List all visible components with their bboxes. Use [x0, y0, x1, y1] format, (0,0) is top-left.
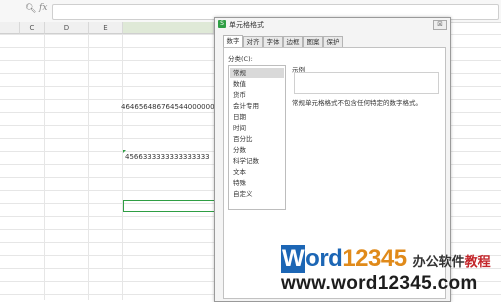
watermark-tagline-part2: 教程	[464, 255, 491, 270]
category-item-time[interactable]: 时间	[233, 123, 246, 133]
selected-cell[interactable]	[123, 200, 222, 212]
category-item-special[interactable]: 特殊	[233, 178, 246, 188]
category-item-fraction[interactable]: 分数	[233, 145, 246, 155]
category-item-percentage[interactable]: 百分比	[233, 134, 253, 144]
category-list[interactable]: 常规 数值 货币 会计专用 日期 时间 百分比 分数 科学记数 文本 特殊 自定…	[228, 65, 286, 210]
cell-long-number-1[interactable]: 46465648676454400000000	[121, 103, 223, 111]
sample-box	[294, 72, 439, 94]
watermark-logo: Word12345 办公软件教程	[281, 245, 491, 273]
fx-label[interactable]: fx	[39, 3, 47, 13]
tab-alignment[interactable]: 对齐	[243, 36, 263, 47]
watermark-logo-word: ord	[305, 245, 343, 272]
grid-line	[88, 34, 89, 300]
column-header-f[interactable]	[123, 22, 214, 34]
column-header-e[interactable]: E	[89, 22, 123, 34]
format-description: 常规单元格格式不包含任何特定的数字格式。	[292, 99, 422, 107]
watermark-logo-number: 12345	[342, 245, 407, 272]
close-icon[interactable]: ☒	[433, 20, 447, 30]
category-item-general[interactable]: 常规	[230, 68, 284, 78]
column-header-d[interactable]: D	[45, 22, 89, 34]
category-item-text[interactable]: 文本	[233, 167, 246, 177]
category-item-date[interactable]: 日期	[233, 112, 246, 122]
watermark-logo-letter: W	[281, 245, 306, 273]
dialog-title-bar[interactable]: S 单元格格式 ☒	[215, 18, 450, 31]
category-label: 分类(C):	[228, 55, 253, 63]
category-item-number[interactable]: 数值	[233, 79, 246, 89]
watermark-tagline-part1: 办公软件	[412, 255, 465, 270]
grid-line	[44, 34, 45, 300]
tab-font[interactable]: 字体	[263, 36, 283, 47]
tab-border[interactable]: 边框	[283, 36, 303, 47]
app-icon: S	[218, 20, 226, 28]
dialog-title: 单元格格式	[229, 21, 264, 29]
tab-number[interactable]: 数字	[223, 35, 243, 47]
category-item-accounting[interactable]: 会计专用	[233, 101, 259, 111]
tab-pattern[interactable]: 图案	[303, 36, 323, 47]
grid-line	[122, 34, 123, 300]
category-item-currency[interactable]: 货币	[233, 90, 246, 100]
category-item-custom[interactable]: 自定义	[233, 189, 253, 199]
watermark-brand: Word12345	[281, 245, 407, 273]
watermark-tagline: 办公软件教程	[413, 255, 491, 270]
tab-protection[interactable]: 保护	[323, 36, 343, 47]
watermark-url: www.word12345.com	[281, 273, 478, 294]
column-header-c[interactable]: C	[20, 22, 45, 34]
category-item-scientific[interactable]: 科学记数	[233, 156, 259, 166]
corner-header[interactable]	[0, 22, 20, 34]
cell-long-number-2[interactable]: 4566333333333333333	[125, 153, 210, 161]
magnifier-icon[interactable]: 🔍︎	[25, 4, 36, 14]
